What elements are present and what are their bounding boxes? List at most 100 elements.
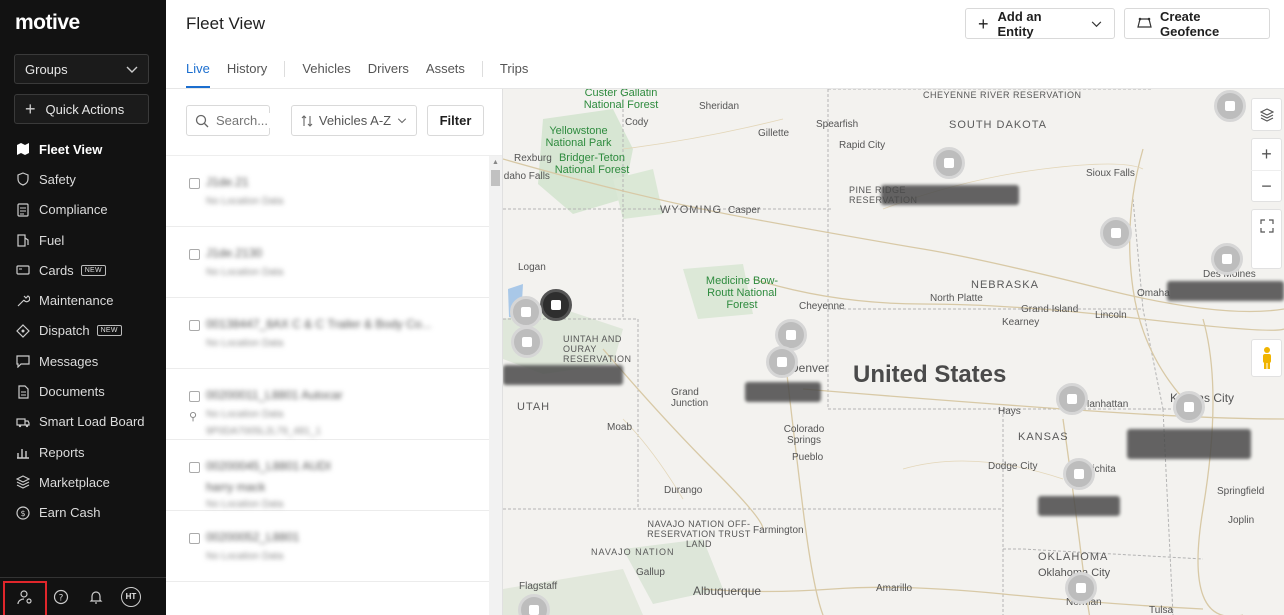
search-box[interactable]: [186, 105, 270, 136]
vehicle-label-tag[interactable]: [745, 382, 821, 402]
vehicle-label-tag[interactable]: [1127, 429, 1251, 459]
list-item[interactable]: 00200011_L8801 Autocar No Location Data …: [166, 369, 489, 440]
map-label-city: Albuquerque: [693, 584, 762, 598]
sidebar-item-messages[interactable]: Messages: [0, 346, 166, 376]
vehicle-label-tag[interactable]: [503, 365, 623, 385]
map-label-city: Tulsa: [1149, 605, 1174, 615]
avatar[interactable]: HT: [119, 585, 143, 609]
add-entity-button[interactable]: + Add an Entity: [965, 8, 1115, 39]
sidebar-item-earn-cash[interactable]: $ Earn Cash: [0, 498, 166, 528]
vehicle-marker[interactable]: [540, 289, 572, 321]
row-checkbox[interactable]: [189, 178, 200, 189]
vehicle-marker[interactable]: [511, 326, 543, 358]
vehicle-marker[interactable]: [1100, 217, 1132, 249]
row-checkbox[interactable]: [189, 462, 200, 473]
map-label-city: Farmington: [753, 525, 804, 536]
vehicle-marker[interactable]: [1065, 572, 1097, 604]
chevron-down-icon: [397, 117, 407, 124]
tab-drivers[interactable]: Drivers: [368, 61, 409, 88]
tab-divider: [481, 61, 483, 77]
avatar-initials: HT: [121, 586, 141, 607]
highlight-box: [3, 581, 47, 615]
map-label-city: Logan: [518, 262, 546, 273]
sidebar-item-safety[interactable]: Safety: [0, 164, 166, 194]
list-item[interactable]: J1de.2130 No Location Data: [166, 227, 489, 298]
row-checkbox[interactable]: [189, 533, 200, 544]
list-item[interactable]: J1de.21 No Location Data: [166, 156, 489, 227]
bell-icon[interactable]: [84, 585, 108, 609]
sidebar-item-cards[interactable]: Cards NEW: [0, 255, 166, 285]
search-input[interactable]: [216, 113, 270, 128]
sort-dropdown[interactable]: Vehicles A-Z: [291, 105, 417, 136]
list-item[interactable]: 00138447_8AX C & C Trailer & Body Co... …: [166, 298, 489, 369]
tab-vehicles[interactable]: Vehicles: [302, 61, 350, 88]
map-label-city: Joplin: [1228, 515, 1255, 526]
page-title: Fleet View: [186, 14, 266, 33]
vehicle-status: No Location Data: [206, 409, 284, 420]
row-checkbox[interactable]: [189, 320, 200, 331]
vehicle-marker[interactable]: [1173, 391, 1205, 423]
list-scrollbar[interactable]: ▲: [489, 156, 502, 615]
chart-icon: [16, 445, 30, 459]
zoom-in-icon[interactable]: +: [1251, 139, 1282, 170]
map-label-city: Hays: [998, 406, 1021, 417]
sidebar-item-documents[interactable]: Documents: [0, 376, 166, 406]
vehicle-marker[interactable]: [1056, 383, 1088, 415]
pegman-icon[interactable]: [1251, 340, 1282, 376]
layers-icon[interactable]: [1251, 99, 1282, 130]
map-label-city: Lincoln: [1095, 310, 1127, 321]
vehicle-label-tag[interactable]: [1038, 496, 1120, 516]
list-item[interactable]: 00200045_L8801 AUDI harry mack No Locati…: [166, 440, 489, 511]
map-label-city: Rexburg: [514, 153, 552, 164]
sidebar-item-maintenance[interactable]: Maintenance: [0, 285, 166, 315]
map-label-city: Flagstaff: [519, 581, 558, 592]
row-checkbox[interactable]: [189, 391, 200, 402]
sidebar-item-reports[interactable]: Reports: [0, 437, 166, 467]
filter-button[interactable]: Filter: [427, 105, 484, 136]
zoom-out-icon[interactable]: −: [1251, 170, 1282, 201]
vehicle-marker[interactable]: [1063, 458, 1095, 490]
map-layers-control[interactable]: [1251, 98, 1282, 131]
create-geofence-button[interactable]: Create Geofence: [1124, 8, 1270, 39]
fleet-map[interactable]: WYOMING SOUTH DAKOTA NEBRASKA KANSAS UTA…: [503, 89, 1284, 615]
vehicle-marker[interactable]: [1211, 243, 1243, 275]
vehicle-marker[interactable]: [933, 147, 965, 179]
scrollbar-thumb[interactable]: [491, 170, 500, 186]
scroll-up-icon[interactable]: ▲: [492, 159, 499, 166]
map-label-city: Dodge City: [988, 461, 1038, 472]
sidebar-item-marketplace[interactable]: Marketplace: [0, 467, 166, 497]
map-label-country: United States: [853, 361, 1007, 388]
sidebar-item-compliance[interactable]: Compliance: [0, 195, 166, 225]
row-checkbox[interactable]: [189, 249, 200, 260]
help-icon[interactable]: ?: [49, 585, 73, 609]
add-entity-label: Add an Entity: [997, 8, 1042, 39]
map-label-city: Kearney: [1002, 317, 1040, 328]
wrench-icon: [16, 294, 30, 308]
map-icon: [16, 142, 30, 156]
fullscreen-control: [1251, 209, 1282, 269]
sidebar-item-fuel[interactable]: Fuel: [0, 225, 166, 255]
map-label-city: Cheyenne: [799, 301, 845, 312]
tab-live[interactable]: Live: [186, 61, 210, 88]
vehicle-status: No Location Data: [206, 196, 284, 207]
quick-actions-button[interactable]: + Quick Actions: [14, 94, 149, 124]
sidebar-item-dispatch[interactable]: Dispatch NEW: [0, 316, 166, 346]
fullscreen-icon[interactable]: [1251, 210, 1282, 241]
motive-logo[interactable]: motive: [15, 11, 80, 35]
vehicle-marker[interactable]: [510, 296, 542, 328]
groups-dropdown[interactable]: Groups: [14, 54, 149, 84]
sidebar-item-smart-load-board[interactable]: Smart Load Board: [0, 407, 166, 437]
vehicle-marker[interactable]: [766, 346, 798, 378]
vehicle-label-tag[interactable]: [1167, 281, 1284, 301]
list-item[interactable]: 00200052_L8801 No Location Data: [166, 511, 489, 582]
tab-trips[interactable]: Trips: [500, 61, 528, 88]
map-label-city: Moab: [607, 422, 633, 433]
tab-history[interactable]: History: [227, 61, 267, 88]
list-toolbar: Vehicles A-Z Filter: [166, 89, 502, 156]
street-view-control: [1251, 339, 1282, 377]
document-icon: [16, 203, 30, 217]
vehicle-marker[interactable]: [1214, 90, 1246, 122]
vehicle-label-tag[interactable]: [881, 185, 1019, 205]
sidebar-item-fleet-view[interactable]: Fleet View: [0, 134, 166, 164]
tab-assets[interactable]: Assets: [426, 61, 465, 88]
